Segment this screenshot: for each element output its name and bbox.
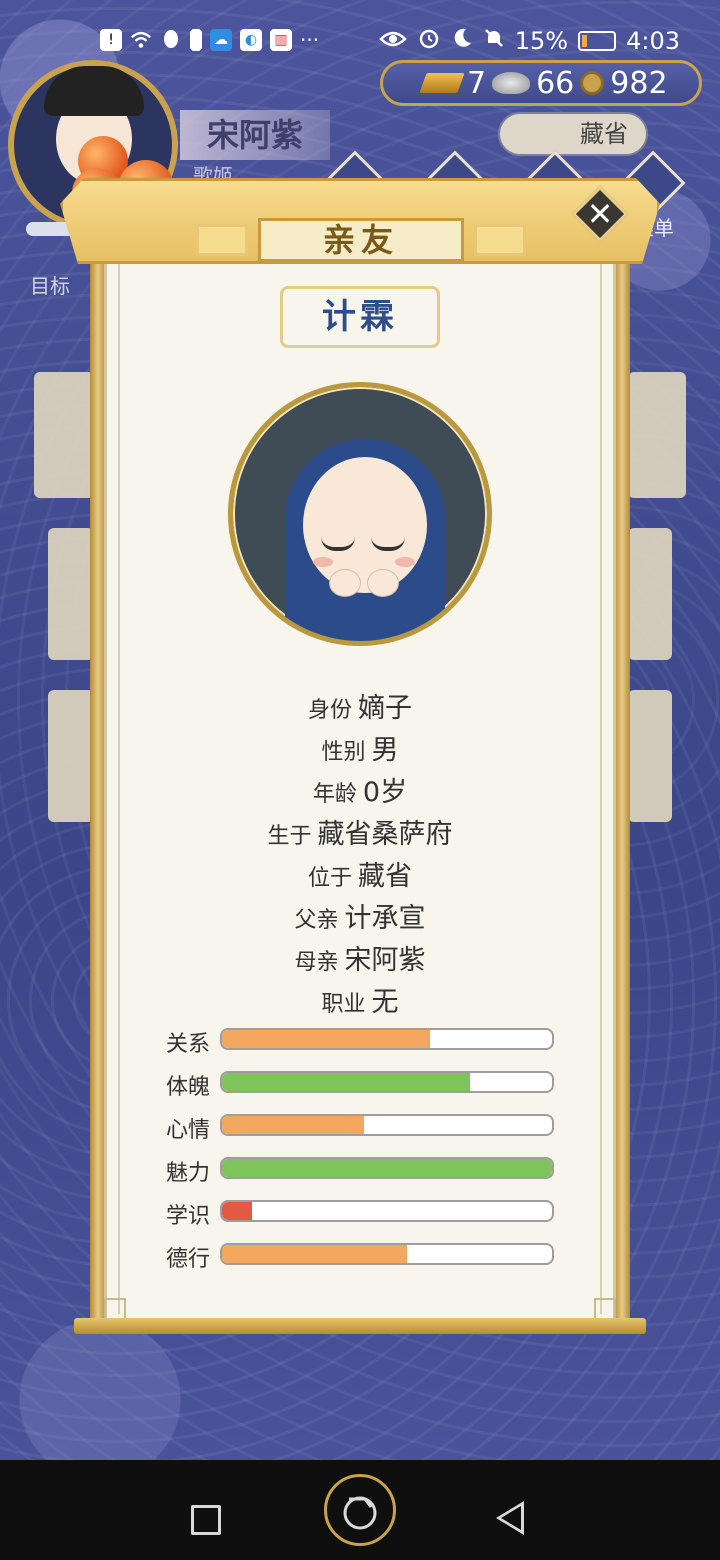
portrait-face [303, 457, 427, 593]
bg-card-left-2 [48, 528, 94, 660]
stat-fill-charm [222, 1159, 552, 1177]
info-value: 藏省桑萨府 [317, 819, 453, 850]
info-value: 藏省 [358, 861, 412, 892]
info-row-gender: 性别男 [104, 728, 616, 767]
stat-bar-mood [220, 1114, 554, 1136]
character-portrait [228, 382, 492, 646]
modal-title: 亲友 [258, 218, 464, 262]
info-value: 男 [371, 735, 399, 766]
status-bar: ! ☁ ◐ ▥ ··· 15% 4:03 [0, 22, 720, 62]
info-label: 身份 [307, 698, 352, 723]
portrait-hand-left [329, 569, 361, 597]
battery-percent: 15% [514, 27, 569, 55]
wifi-icon [130, 29, 152, 51]
qq-icon [160, 29, 182, 51]
moon-icon [451, 27, 473, 55]
stat-label-relation: 关系 [166, 1032, 211, 1057]
info-label: 职业 [321, 992, 366, 1017]
stat-label-mood: 心情 [166, 1118, 211, 1143]
info-value: 0岁 [362, 777, 408, 808]
info-value: 嫡子 [358, 693, 412, 724]
currency-bar: 7 66 982 [380, 60, 702, 106]
eye-icon [378, 27, 407, 55]
reader-icon: ▥ [270, 29, 292, 51]
stat-fill-virtue [222, 1245, 407, 1263]
avatar-hair [44, 66, 144, 116]
info-label: 位于 [307, 866, 352, 891]
info-label: 性别 [321, 740, 366, 765]
portrait-hand-right [367, 569, 399, 597]
stat-bar-physique [220, 1071, 554, 1093]
close-icon[interactable]: ✕ [580, 194, 620, 234]
scroll-right-rod [614, 258, 630, 1326]
stat-label-virtue: 德行 [166, 1247, 211, 1272]
info-value: 无 [371, 987, 399, 1018]
info-label: 生于 [267, 824, 312, 849]
silver-ingot-icon [492, 72, 531, 94]
info-row-age: 年龄 0岁 [104, 770, 616, 809]
info-row-mother: 母亲 宋阿紫 [104, 938, 616, 977]
stat-fill-relation [222, 1030, 430, 1048]
recents-button[interactable] [191, 1505, 221, 1535]
stat-fill-mood [222, 1116, 364, 1134]
portrait-cheek-left [313, 557, 333, 567]
bg-card-right-1 [628, 372, 686, 498]
player-name: 宋阿紫 [180, 110, 330, 160]
location-button[interactable]: 藏省 [498, 112, 648, 156]
bg-card-left-1 [34, 372, 94, 498]
corner-ornament-left [104, 1298, 126, 1320]
corner-ornament-right [594, 1298, 616, 1320]
scroll-bottom-rod [74, 1318, 646, 1334]
browser-icon: ◐ [240, 29, 262, 51]
info-value: 计承宣 [344, 903, 426, 934]
info-label: 母亲 [294, 950, 339, 975]
header-deco-right [474, 224, 526, 256]
weather-icon: ☁ [210, 29, 232, 51]
stat-bar-relation [220, 1028, 554, 1050]
stat-bar-virtue [220, 1243, 554, 1265]
bell-off-icon [483, 27, 505, 55]
info-value: 宋阿紫 [344, 945, 426, 976]
bg-card-right-3 [628, 690, 672, 822]
stat-bar-charm [220, 1157, 554, 1179]
stat-fill-physique [222, 1073, 470, 1091]
clock: 4:03 [626, 27, 680, 55]
info-label: 年龄 [312, 782, 357, 807]
notification-icon: ! [100, 29, 122, 51]
coin-count: 982 [610, 65, 668, 101]
stat-label-physique: 体魄 [166, 1075, 211, 1100]
copper-coin-icon [580, 71, 605, 95]
silver-count: 66 [536, 65, 575, 101]
stat-fill-knowledge [222, 1202, 252, 1220]
stat-bar-knowledge [220, 1200, 554, 1222]
goal-label[interactable]: 目标 [30, 270, 70, 299]
info-row-birthplace: 生于 藏省桑萨府 [104, 812, 616, 851]
battery-icon [578, 31, 617, 51]
more-notifications: ··· [300, 28, 320, 52]
bg-card-left-3 [48, 690, 94, 822]
stat-label-charm: 魅力 [166, 1161, 211, 1186]
character-name: 计霖 [280, 286, 440, 348]
back-icon [501, 1506, 521, 1530]
info-label: 父亲 [294, 908, 339, 933]
home-button[interactable] [324, 1474, 396, 1546]
info-row-father: 父亲 计承宣 [104, 896, 616, 935]
sim-icon [190, 29, 202, 51]
home-circle-icon [343, 1496, 377, 1530]
portrait-cheek-right [395, 557, 415, 567]
header-deco-left [196, 224, 248, 256]
bg-card-right-2 [628, 528, 672, 660]
info-row-occupation: 职业无 [104, 980, 616, 1019]
location-label: 藏省 [580, 120, 628, 148]
info-row-location: 位于 藏省 [104, 854, 616, 893]
info-row-identity: 身份 嫡子 [104, 686, 616, 725]
gold-count: 7 [467, 65, 487, 101]
stat-label-knowledge: 学识 [166, 1204, 211, 1229]
gold-ingot-icon [419, 73, 465, 93]
alarm-icon [417, 26, 441, 56]
